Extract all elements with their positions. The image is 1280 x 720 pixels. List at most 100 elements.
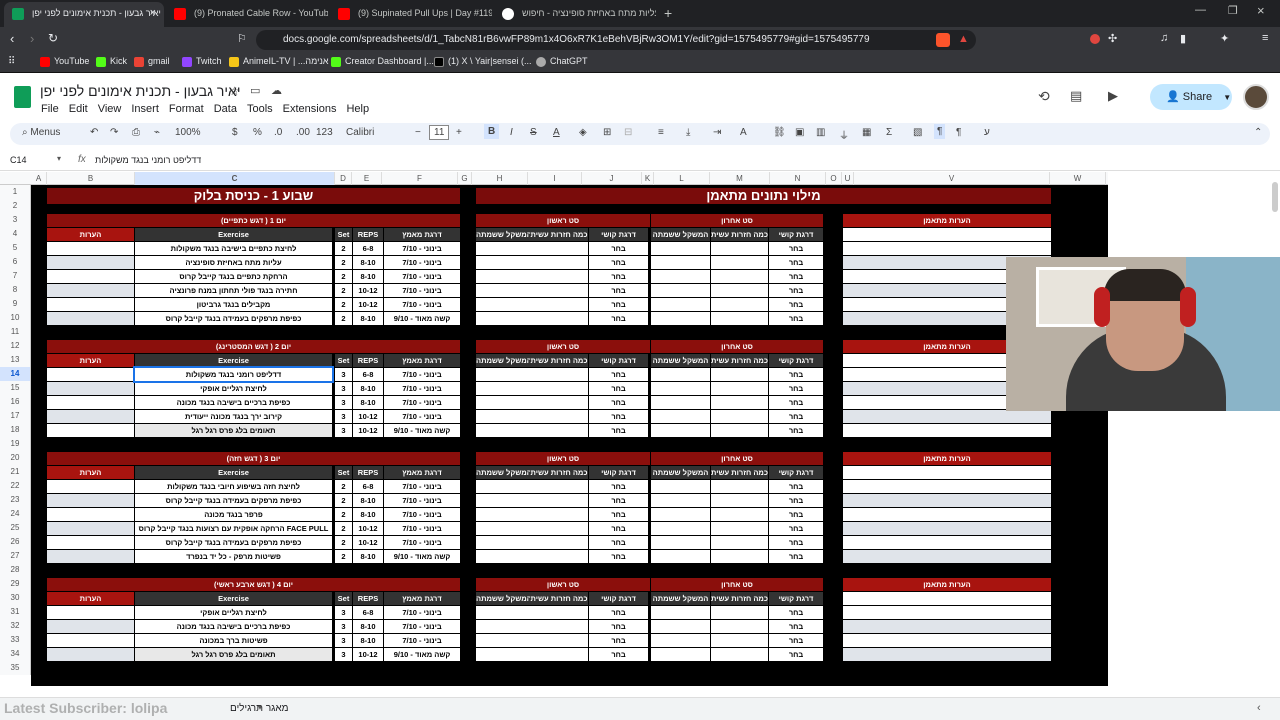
weight-input[interactable] [651, 536, 710, 549]
reps-done-input[interactable] [711, 284, 768, 297]
strikethrough-button[interactable]: S [530, 127, 537, 138]
reps-done-input[interactable] [711, 606, 768, 619]
set-cell[interactable]: 2 [335, 284, 352, 297]
reps-done-input[interactable] [530, 606, 588, 619]
column-header[interactable]: G [458, 172, 472, 185]
bookmark[interactable]: gmail [134, 56, 170, 67]
reps-done-input[interactable] [530, 634, 588, 647]
link-icon[interactable]: ⛓ [773, 127, 786, 138]
rtl-icon[interactable]: ¶ [934, 124, 946, 139]
history-icon[interactable]: ⟲ [1038, 88, 1050, 105]
reps-done-input[interactable] [530, 620, 588, 633]
fill-color-icon[interactable]: ◈ [579, 127, 587, 138]
text-color-button[interactable]: A [553, 127, 560, 138]
chevron-left-icon[interactable]: ‹ [1257, 702, 1261, 714]
notes-cell[interactable] [47, 284, 134, 297]
notes-cell[interactable] [47, 410, 134, 423]
difficulty-dropdown[interactable]: בחר [589, 410, 648, 423]
spreadsheet-grid[interactable]: ABCDEFGHIJKLMNOUVW 1 2 3 4 5 6 7 8 9 10 11 12 13 14 15… [0, 172, 1280, 686]
browser-tab[interactable]: (9) Supinated Pull Ups | Day #119 W [330, 2, 492, 27]
bookmark[interactable]: Twitch [182, 56, 222, 67]
reps-done-input[interactable] [530, 270, 588, 283]
row-header[interactable]: 30 [0, 591, 31, 605]
share-button[interactable]: 👤 Share ▼ [1150, 84, 1232, 110]
notes-cell[interactable] [47, 648, 134, 661]
reps-cell[interactable]: 10-12 [353, 410, 383, 423]
weight-input[interactable] [476, 424, 530, 437]
bookmark[interactable]: Creator Dashboard |... [331, 56, 434, 67]
column-header[interactable]: U [842, 172, 854, 185]
column-header[interactable]: L [654, 172, 710, 185]
difficulty-dropdown[interactable]: בחר [589, 396, 648, 409]
trainee-notes-cell[interactable] [843, 228, 1051, 241]
currency-button[interactable]: $ [232, 127, 238, 138]
weight-input[interactable] [476, 606, 530, 619]
weight-input[interactable] [476, 284, 530, 297]
weight-input[interactable] [651, 368, 710, 381]
difficulty-dropdown[interactable]: בחר [769, 480, 823, 493]
redo-icon[interactable]: ↷ [110, 127, 118, 138]
trainee-notes-cell[interactable] [843, 410, 1051, 423]
difficulty-dropdown[interactable]: בחר [589, 606, 648, 619]
rpe-dropdown[interactable]: בינוני - 7/10 [384, 242, 460, 255]
rpe-dropdown[interactable]: קשה מאוד - 9/10 [384, 648, 460, 661]
merge-icon[interactable]: ⊟ [624, 127, 632, 138]
notes-cell[interactable] [47, 270, 134, 283]
maximize-icon[interactable]: ❐ [1228, 4, 1238, 17]
difficulty-dropdown[interactable]: בחר [589, 242, 648, 255]
difficulty-dropdown[interactable]: בחר [769, 410, 823, 423]
brave-rewards-icon[interactable]: ▲ [958, 33, 969, 45]
trainee-notes-cell[interactable] [843, 522, 1051, 535]
font-size-increase-icon[interactable]: + [456, 127, 462, 138]
set-cell[interactable]: 3 [335, 424, 352, 437]
menu-icon[interactable]: ≡ [1262, 32, 1268, 44]
bookmark[interactable]: YouTube [40, 56, 89, 67]
reps-done-input[interactable] [530, 522, 588, 535]
notes-cell[interactable] [47, 312, 134, 325]
reps-cell[interactable]: 10-12 [353, 648, 383, 661]
bookmark-icon[interactable]: ⚐ [237, 32, 247, 45]
notes-cell[interactable] [47, 368, 134, 381]
reps-done-input[interactable] [711, 242, 768, 255]
reps-done-input[interactable] [530, 424, 588, 437]
difficulty-dropdown[interactable]: בחר [589, 522, 648, 535]
difficulty-dropdown[interactable]: בחר [769, 634, 823, 647]
weight-input[interactable] [651, 270, 710, 283]
reps-done-input[interactable] [711, 256, 768, 269]
trainee-notes-cell[interactable] [843, 466, 1051, 479]
difficulty-dropdown[interactable]: בחר [769, 508, 823, 521]
notes-cell[interactable] [47, 480, 134, 493]
difficulty-dropdown[interactable]: בחר [589, 508, 648, 521]
row-header[interactable]: 29 [0, 577, 31, 591]
column-header[interactable]: A [31, 172, 47, 185]
row-header[interactable]: 31 [0, 605, 31, 619]
difficulty-dropdown[interactable]: בחר [589, 648, 648, 661]
notes-cell[interactable] [47, 298, 134, 311]
reps-done-input[interactable] [711, 424, 768, 437]
bookmark[interactable]: Kick [96, 56, 127, 67]
column-header[interactable]: M [710, 172, 770, 185]
input-tools-icon[interactable]: ע [984, 127, 990, 138]
difficulty-dropdown[interactable]: בחר [769, 522, 823, 535]
row-header[interactable]: 33 [0, 633, 31, 647]
exercise-dropdown[interactable]: כפיפת ברכיים בישיבה בנגד מכונה [135, 396, 332, 409]
trainee-notes-cell[interactable] [843, 494, 1051, 507]
row-header[interactable]: 21 [0, 465, 31, 479]
row-header[interactable]: 35 [0, 661, 31, 675]
reps-cell[interactable]: 10-12 [353, 298, 383, 311]
weight-input[interactable] [651, 242, 710, 255]
notes-cell[interactable] [47, 256, 134, 269]
reps-done-input[interactable] [711, 298, 768, 311]
notes-cell[interactable] [47, 522, 134, 535]
percent-button[interactable]: % [253, 127, 262, 138]
borders-icon[interactable]: ⊞ [603, 127, 611, 138]
rpe-dropdown[interactable]: קשה מאוד - 9/10 [384, 424, 460, 437]
column-header[interactable]: I [528, 172, 582, 185]
font-size-input[interactable]: 11 [429, 125, 450, 140]
reps-done-input[interactable] [711, 550, 768, 563]
difficulty-dropdown[interactable]: בחר [769, 536, 823, 549]
difficulty-dropdown[interactable]: בחר [589, 284, 648, 297]
row-header[interactable]: 22 [0, 479, 31, 493]
row-header[interactable]: 14 [0, 367, 31, 381]
reps-done-input[interactable] [711, 494, 768, 507]
